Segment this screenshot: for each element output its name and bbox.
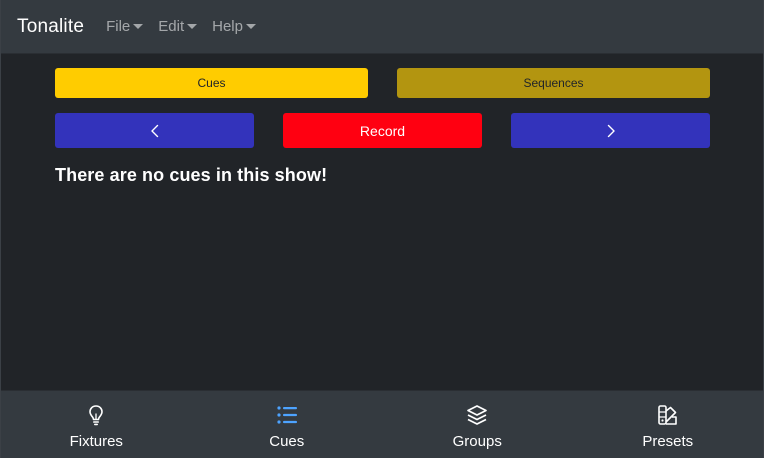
top-navbar: Tonalite File Edit Help xyxy=(1,0,763,54)
nav-groups-label: Groups xyxy=(452,433,502,450)
previous-cue-button[interactable] xyxy=(55,113,254,148)
menu-file[interactable]: File xyxy=(106,17,144,35)
layers-icon xyxy=(467,405,488,425)
caret-down-icon xyxy=(133,24,144,29)
menu-edit[interactable]: Edit xyxy=(158,17,198,35)
tab-sequences[interactable]: Sequences xyxy=(397,68,710,98)
menu-file-label: File xyxy=(106,17,131,35)
tab-sequences-label: Sequences xyxy=(523,76,584,90)
nav-cues-label: Cues xyxy=(269,433,305,450)
record-button[interactable]: Record xyxy=(283,113,482,148)
nav-cues[interactable]: Cues xyxy=(192,391,383,458)
nav-presets-label: Presets xyxy=(642,433,694,450)
tab-cues-label: Cues xyxy=(197,76,226,90)
list-icon xyxy=(277,406,297,424)
nav-groups[interactable]: Groups xyxy=(382,391,573,458)
record-button-label: Record xyxy=(359,122,406,139)
menu-edit-label: Edit xyxy=(158,17,185,35)
app-brand[interactable]: Tonalite xyxy=(17,16,84,38)
menu-bar: File Edit Help xyxy=(106,18,271,35)
chevron-right-icon xyxy=(607,124,615,137)
app-window: Tonalite File Edit Help Cues Sequences R… xyxy=(0,0,764,458)
tab-cues[interactable]: Cues xyxy=(55,68,368,98)
next-cue-button[interactable] xyxy=(511,113,710,148)
nav-fixtures-label: Fixtures xyxy=(69,433,123,450)
nav-presets[interactable]: Presets xyxy=(573,391,764,458)
menu-help-label: Help xyxy=(212,17,243,35)
chevron-left-icon xyxy=(150,124,158,137)
caret-down-icon xyxy=(187,24,198,29)
swatches-icon xyxy=(657,405,677,425)
nav-fixtures[interactable]: Fixtures xyxy=(1,391,192,458)
lightbulb-icon xyxy=(89,405,104,426)
empty-cues-message: There are no cues in this show! xyxy=(55,165,328,185)
menu-help[interactable]: Help xyxy=(212,18,256,35)
caret-down-icon xyxy=(245,24,256,29)
bottom-navbar: Fixtures Cues Groups Presets xyxy=(1,390,763,458)
